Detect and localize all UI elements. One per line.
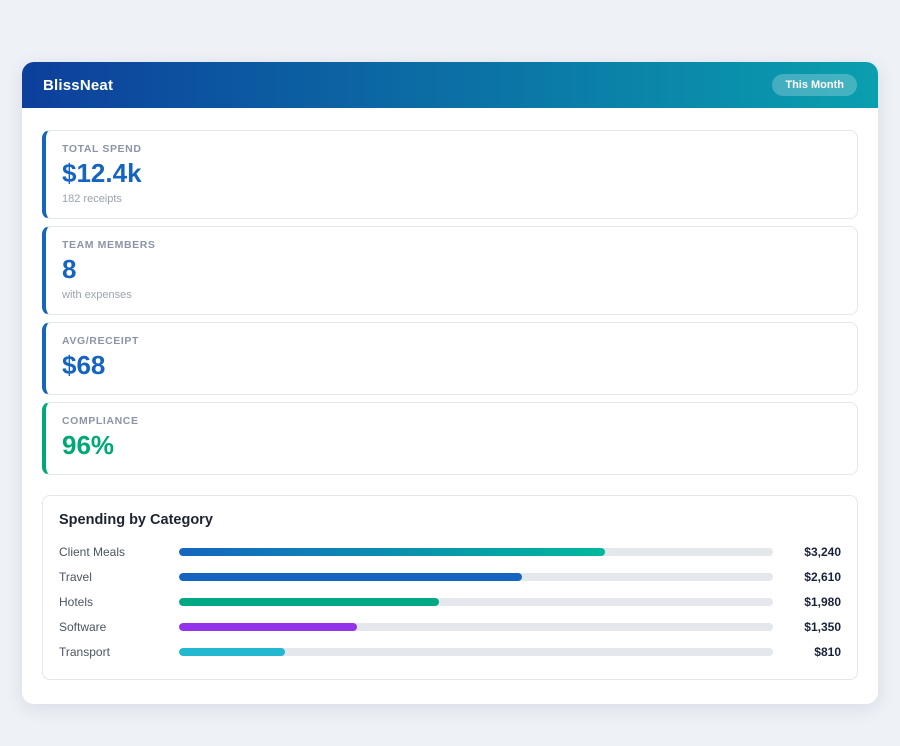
spending-chart-card: Spending by Category Client Meals $3,240… xyxy=(42,494,858,680)
category-bar-track xyxy=(179,573,773,582)
stats-list: TOTAL SPEND $12.4k 182 receipts TEAM MEM… xyxy=(42,130,858,475)
app-title: BlissNeat xyxy=(43,76,114,94)
category-row-client-meals: Client Meals $3,240 xyxy=(59,540,841,565)
stat-label: TOTAL SPEND xyxy=(62,143,142,155)
stat-value: $68 xyxy=(62,349,106,380)
category-value: $1,980 xyxy=(804,595,841,610)
stat-sub: 182 receipts xyxy=(62,192,122,205)
app-header: BlissNeat This Month xyxy=(22,62,878,108)
category-bar-chart: Client Meals $3,240 Travel $2,610 Hotels xyxy=(59,540,841,665)
category-bar-fill xyxy=(179,573,522,582)
category-bar-track xyxy=(179,623,773,632)
category-row-transport: Transport $810 xyxy=(59,640,841,665)
stat-label: COMPLIANCE xyxy=(62,414,139,427)
stat-card-team-members: TEAM MEMBERS 8 with expenses xyxy=(42,225,858,315)
category-bar-fill xyxy=(179,548,605,557)
category-label: Transport xyxy=(59,645,110,660)
stat-card-total-spend: TOTAL SPEND $12.4k 182 receipts xyxy=(42,130,858,219)
category-label: Software xyxy=(59,620,107,635)
dashboard-card: BlissNeat This Month TOTAL SPEND $12.4k … xyxy=(22,62,878,704)
category-value: $810 xyxy=(814,645,841,660)
stat-card-compliance: COMPLIANCE 96% xyxy=(42,401,858,475)
category-label: Hotels xyxy=(59,595,94,610)
stat-label: TEAM MEMBERS xyxy=(62,238,156,251)
category-bar-track xyxy=(179,648,773,657)
category-bar-fill xyxy=(179,648,286,657)
period-badge[interactable]: This Month xyxy=(772,74,857,96)
category-bar-track xyxy=(179,598,773,607)
category-bar-fill xyxy=(179,623,357,632)
stat-value: 8 xyxy=(62,253,77,284)
category-value: $1,350 xyxy=(804,620,841,635)
stat-label: AVG/RECEIPT xyxy=(62,334,139,347)
category-row-hotels: Hotels $1,980 xyxy=(59,590,841,615)
category-value: $2,610 xyxy=(804,570,841,585)
stat-sub: with expenses xyxy=(62,288,132,301)
stat-value: 96% xyxy=(62,429,115,460)
dashboard-content: TOTAL SPEND $12.4k 182 receipts TEAM MEM… xyxy=(22,108,878,704)
category-label: Client Meals xyxy=(59,545,126,560)
category-label: Travel xyxy=(59,570,92,585)
category-row-software: Software $1,350 xyxy=(59,615,841,640)
category-bar-track xyxy=(179,548,773,557)
stat-card-avg-receipt: AVG/RECEIPT $68 xyxy=(42,321,858,395)
stat-value: $12.4k xyxy=(62,158,142,188)
category-bar-fill xyxy=(179,598,440,607)
category-value: $3,240 xyxy=(804,545,841,560)
category-row-travel: Travel $2,610 xyxy=(59,565,841,590)
chart-title: Spending by Category xyxy=(59,511,213,528)
